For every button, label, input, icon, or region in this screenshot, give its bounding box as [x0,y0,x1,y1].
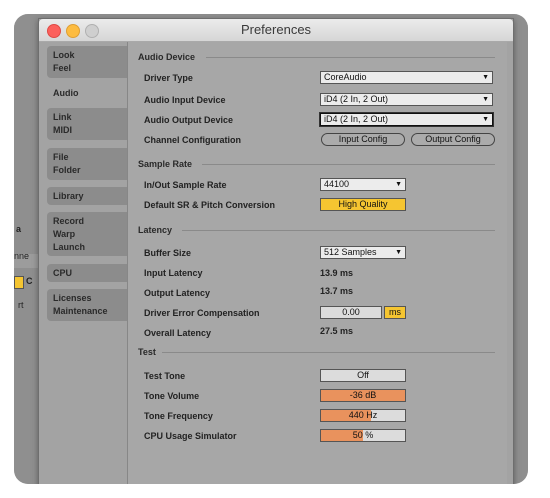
tone-volume-label: Tone Volume [144,391,200,401]
dropdown-value: CoreAudio [324,72,367,82]
input-latency-value: 13.9 ms [320,268,354,278]
channel-configuration-label: Channel Configuration [144,135,241,145]
tab-label: Launch [53,242,86,252]
tab-audio[interactable]: Audio [47,82,127,104]
driver-error-compensation-label: Driver Error Compensation [144,308,260,318]
sample-rate-dropdown[interactable]: 44100 ▼ [320,178,406,191]
section-sample-rate: Sample Rate [138,159,193,169]
tab-label: Feel [53,63,72,73]
tone-frequency-label: Tone Frequency [144,411,213,421]
tab-label: CPU [53,268,73,278]
buffer-size-dropdown[interactable]: 512 Samples ▼ [320,246,406,259]
audio-input-device-label: Audio Input Device [144,95,226,105]
tab-label: Licenses [53,293,92,303]
overall-latency-value: 27.5 ms [320,326,354,336]
pitch-conversion-label: Default SR & Pitch Conversion [144,200,276,210]
tab-label: Record [53,216,85,226]
slider-value: 440 Hz [348,410,378,420]
section-divider [202,164,495,165]
screenshot-frame: a nne C rt Preferences Look Feel Audio L… [14,14,528,484]
dropdown-value: 512 Samples [324,247,377,257]
tab-label: File [53,152,69,162]
background-text: a [16,224,22,234]
section-divider [206,57,495,58]
buffer-size-label: Buffer Size [144,248,192,258]
audio-output-device-label: Audio Output Device [144,115,234,125]
tone-frequency-slider[interactable]: 440 Hz [320,409,406,422]
cpu-usage-simulator-label: CPU Usage Simulator [144,431,237,441]
tab-link-midi[interactable]: Link MIDI [47,108,127,140]
driver-error-compensation-field[interactable]: 0.00 [320,306,382,319]
tab-record-warp-launch[interactable]: Record Warp Launch [47,212,127,256]
input-config-button[interactable]: Input Config [321,133,405,146]
tab-label: Look [53,50,75,60]
dropdown-arrow-icon: ▼ [482,116,489,123]
dropdown-arrow-icon: ▼ [482,96,489,103]
slider-value: 50 % [352,430,374,440]
output-config-button[interactable]: Output Config [411,133,495,146]
input-latency-label: Input Latency [144,268,203,278]
preferences-sidebar: Look Feel Audio Link MIDI File Folder Li… [39,42,127,484]
section-divider [182,230,495,231]
background-widget [14,276,24,289]
tab-label: Folder [53,165,81,175]
audio-input-device-dropdown[interactable]: iD4 (2 In, 2 Out) ▼ [320,93,493,106]
section-latency: Latency [138,225,173,235]
tab-look-feel[interactable]: Look Feel [47,46,127,78]
dropdown-value: 44100 [324,179,350,189]
section-audio-device: Audio Device [138,52,196,62]
dropdown-arrow-icon: ▼ [395,181,402,188]
tab-label: Link [53,112,72,122]
tab-label: Audio [53,88,79,98]
dropdown-arrow-icon: ▼ [395,249,402,256]
dropdown-arrow-icon: ▼ [482,74,489,81]
tab-label: Library [53,191,84,201]
error-compensation-unit-toggle[interactable]: ms [384,306,406,319]
overall-latency-label: Overall Latency [144,328,212,338]
title-bar[interactable]: Preferences [39,19,513,42]
audio-preferences-panel: Audio Device Driver Type CoreAudio ▼ Aud… [127,42,507,484]
dropdown-value: iD4 (2 In, 2 Out) [324,114,389,124]
test-tone-label: Test Tone [144,371,186,381]
preferences-window: Preferences Look Feel Audio Link MIDI Fi… [38,18,514,484]
test-tone-toggle[interactable]: Off [320,369,406,382]
cpu-usage-simulator-slider[interactable]: 50 % [320,429,406,442]
driver-type-label: Driver Type [144,73,193,83]
tab-label: Warp [53,229,76,239]
section-divider [162,352,495,353]
output-latency-label: Output Latency [144,288,211,298]
tab-cpu[interactable]: CPU [47,264,127,282]
tab-file-folder[interactable]: File Folder [47,148,127,180]
background-text: rt [18,300,24,310]
tab-licenses-maintenance[interactable]: Licenses Maintenance [47,289,127,321]
window-title: Preferences [240,22,312,37]
tab-label: MIDI [53,125,72,135]
driver-type-dropdown[interactable]: CoreAudio ▼ [320,71,493,84]
tab-library[interactable]: Library [47,187,127,205]
tab-label: Maintenance [53,306,108,316]
tone-volume-slider[interactable]: -36 dB [320,389,406,402]
audio-output-device-dropdown[interactable]: iD4 (2 In, 2 Out) ▼ [319,112,494,127]
dropdown-value: iD4 (2 In, 2 Out) [324,94,389,104]
section-test: Test [138,347,156,357]
background-text: nne [14,251,30,261]
pitch-conversion-toggle[interactable]: High Quality [320,198,406,211]
background-text: C [26,276,33,286]
output-latency-value: 13.7 ms [320,286,354,296]
sample-rate-label: In/Out Sample Rate [144,180,227,190]
